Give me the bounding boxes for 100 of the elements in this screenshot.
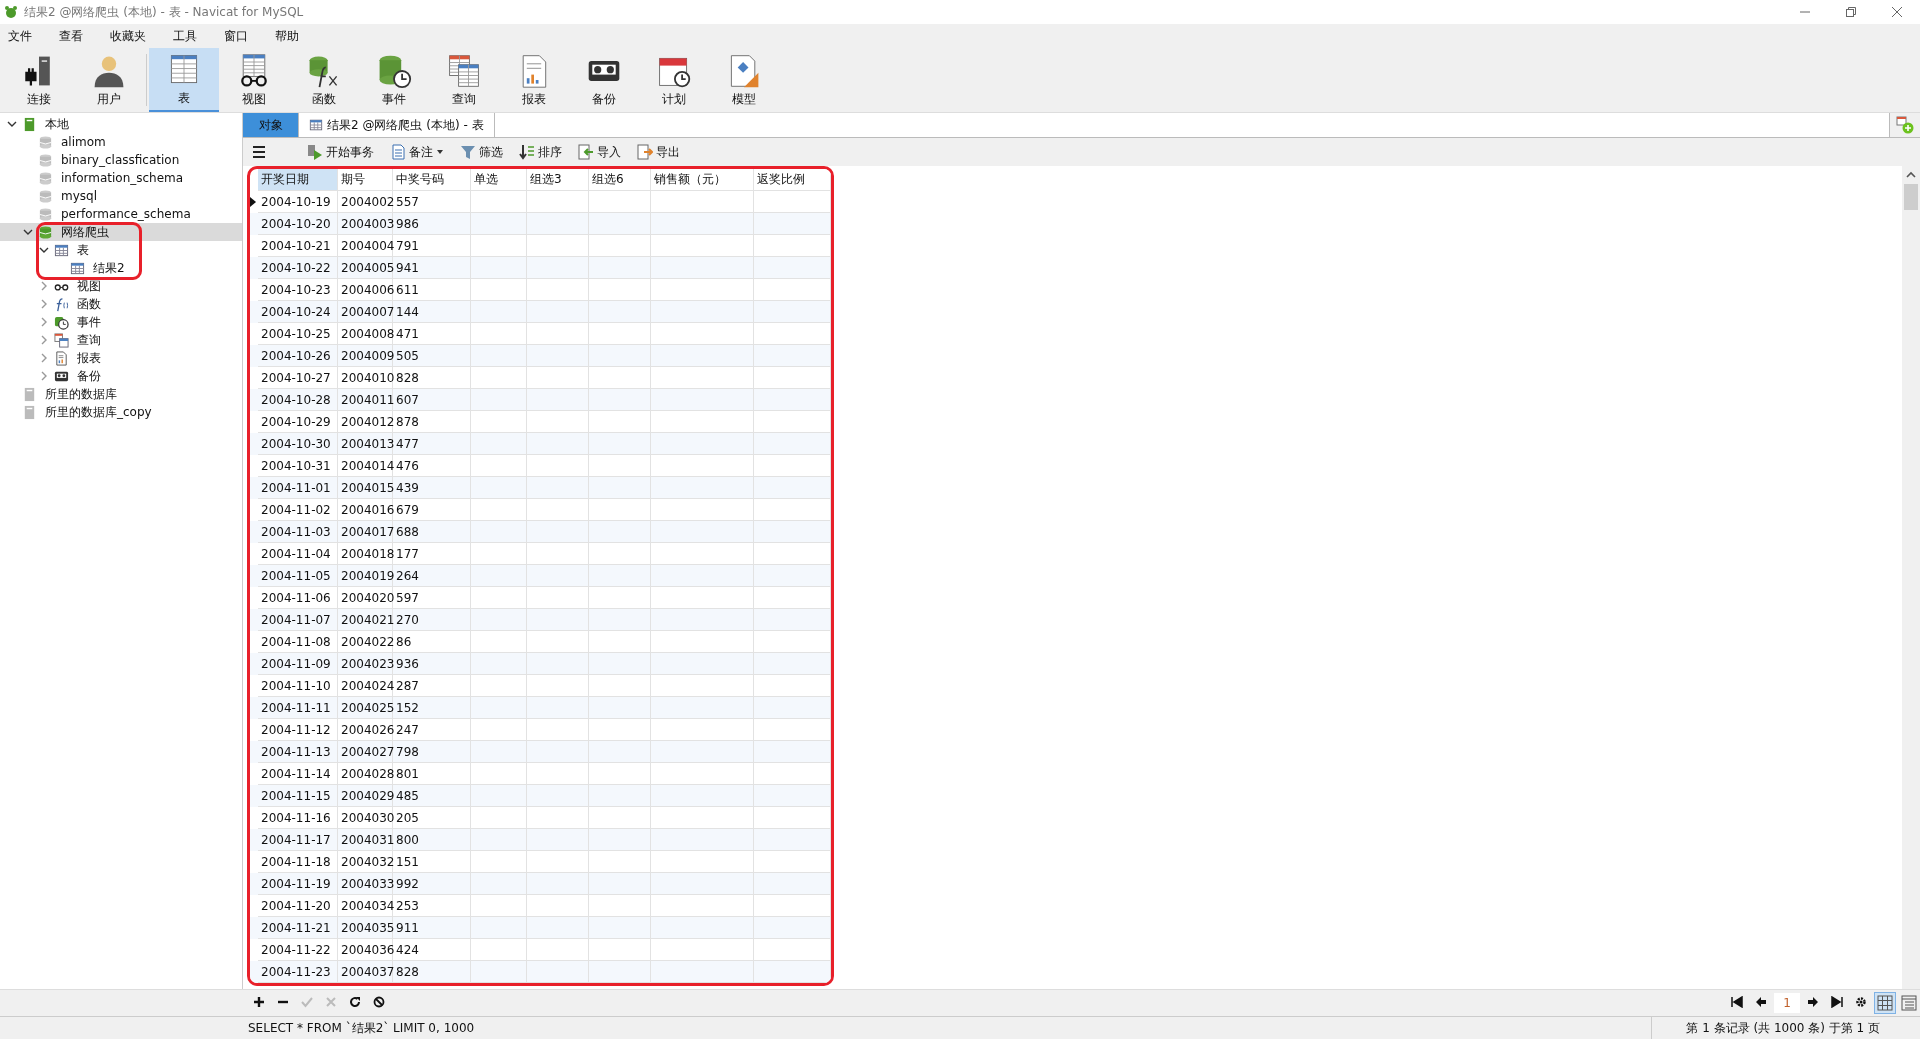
table-cell: 2004023 [338,653,393,675]
table-cell: 2004019 [338,565,393,587]
scroll-up-icon[interactable] [1906,170,1916,180]
table-cell: 144 [393,301,471,323]
tree-item[interactable]: 函数 [0,295,242,313]
table-cell [471,345,527,367]
table-icon [54,242,69,258]
table-cell [471,521,527,543]
menu-item[interactable]: 工具 [171,27,210,45]
close-icon[interactable] [1891,6,1903,18]
table-cell: 2004-11-21 [258,917,338,939]
tree-item[interactable]: alimom [0,133,242,151]
menu-item[interactable]: 收藏夹 [108,27,159,45]
play-database-icon [307,144,323,160]
table-cell [589,213,651,235]
table-cell [471,609,527,631]
menu-item[interactable]: 帮助 [273,27,312,45]
tree-item[interactable]: 网络爬虫 [0,223,242,241]
tree-item[interactable]: 视图 [0,277,242,295]
scrollbar-thumb[interactable] [1904,184,1918,210]
scrollbar[interactable] [1902,166,1920,989]
toolbar-button[interactable]: 备注 [384,141,450,163]
column-header[interactable]: 组选3 [527,169,589,191]
table-cell: 2004021 [338,609,393,631]
toolbar-button[interactable]: 函数 [289,48,359,112]
toolbar-button[interactable]: 备份 [569,48,639,112]
toolbar-button[interactable]: 排序 [513,141,568,163]
column-header[interactable]: 中奖号码 [393,169,471,191]
tree-item[interactable]: 事件 [0,313,242,331]
tree-item[interactable]: performance_schema [0,205,242,223]
tree-item[interactable]: 所里的数据库_copy [0,403,242,421]
table-cell [471,785,527,807]
tree-item[interactable]: 表 [0,241,242,259]
table-cell: 477 [393,433,471,455]
toolbar-button[interactable]: 用户 [74,48,144,112]
column-header[interactable]: 单选 [471,169,527,191]
tree-item[interactable]: information_schema [0,169,242,187]
menu-item[interactable]: 文件 [6,27,45,45]
table-cell [589,257,651,279]
toolbar-button[interactable]: 视图 [219,48,289,112]
table-cell [527,829,589,851]
table-cell [471,829,527,851]
tree-item[interactable]: 备份 [0,367,242,385]
page-field[interactable]: 1 [1774,993,1800,1013]
caret-icon[interactable] [436,148,444,156]
toolbar-button[interactable]: 模型 [709,48,779,112]
table-cell [527,433,589,455]
table-cell [589,433,651,455]
menu-icon[interactable] [251,144,267,160]
tree-item[interactable]: mysql [0,187,242,205]
table-cell [589,609,651,631]
tree-item[interactable]: 结果2 [0,259,242,277]
toolbar-button[interactable]: 筛选 [454,141,509,163]
toolbar-button[interactable]: 事件 [359,48,429,112]
menu-item[interactable]: 查看 [57,27,96,45]
menu-item[interactable]: 窗口 [222,27,261,45]
table-cell [471,433,527,455]
table-cell [527,697,589,719]
tree-item[interactable]: 本地 [0,115,242,133]
toolbar-button[interactable]: 计划 [639,48,709,112]
toolbar-button[interactable]: 表 [149,48,219,112]
table-cell: 828 [393,961,471,983]
restore-icon[interactable] [1845,6,1857,18]
toolbar-button[interactable]: 导出 [631,141,686,163]
table-cell [471,257,527,279]
tab[interactable]: 对象 [243,113,299,137]
table-cell: 2004-11-15 [258,785,338,807]
toolbar-button[interactable]: 开始事务 [301,141,380,163]
table-cell [527,389,589,411]
tree-item[interactable]: 所里的数据库 [0,385,242,403]
tables-icon [446,52,482,89]
app-logo-icon [4,5,18,19]
column-header[interactable]: 销售额（元） [651,169,754,191]
column-header[interactable]: 组选6 [589,169,651,191]
table-cell: 2004027 [338,741,393,763]
table-cell: 2004-10-28 [258,389,338,411]
table-cell [589,565,651,587]
export-icon [637,144,653,160]
table-cell: 270 [393,609,471,631]
column-header[interactable]: 开奖日期 [258,169,338,191]
table-cell: 2004-11-07 [258,609,338,631]
sql-query-text: SELECT * FROM `结果2` LIMIT 0, 1000 [247,1019,475,1037]
table-cell [471,873,527,895]
clock-database-icon [54,314,69,330]
tab[interactable]: 结果2 @网络爬虫 (本地) - 表 [299,113,495,137]
table-cell: 264 [393,565,471,587]
grid-view-icon[interactable] [1874,992,1896,1014]
toolbar-button[interactable]: 报表 [499,48,569,112]
toolbar-button[interactable]: 导入 [572,141,627,163]
table-cell [527,565,589,587]
column-header[interactable]: 期号 [338,169,393,191]
tree-item[interactable]: 查询 [0,331,242,349]
column-header[interactable]: 返奖比例 [754,169,831,191]
tree-item[interactable]: binary_classfication [0,151,242,169]
table-cell [471,389,527,411]
toolbar-button[interactable]: 连接 [4,48,74,112]
tree-item[interactable]: 报表 [0,349,242,367]
table-cell: 688 [393,521,471,543]
toolbar-button[interactable]: 查询 [429,48,499,112]
table-cell [589,345,651,367]
